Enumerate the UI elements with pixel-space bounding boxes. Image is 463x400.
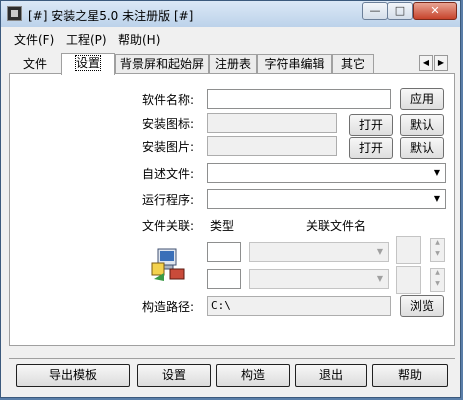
spin-up-icon: ▲ (435, 269, 440, 276)
run-program-label: 运行程序: (142, 193, 195, 207)
tab-string-edit[interactable]: 字符串编辑 (257, 54, 332, 74)
icon-index-spinner-1: ▲ ▼ (430, 238, 445, 262)
menu-bar: 文件(F) 工程(P) 帮助(H) (1, 28, 460, 48)
file-assoc-label: 文件关联: (142, 219, 195, 233)
apply-button[interactable]: 应用 (400, 88, 444, 110)
open-icon-button[interactable]: 打开 (349, 114, 393, 136)
readme-label: 自述文件: (142, 167, 195, 181)
icon-index-spinner-2: ▲ ▼ (430, 268, 445, 292)
tab-background-splash[interactable]: 背景屏和起始屏 (115, 54, 209, 74)
exit-button[interactable]: 退出 (295, 364, 367, 387)
install-icon-path-field (207, 113, 337, 133)
icon-index-field-1 (396, 236, 421, 264)
spin-up-icon: ▲ (435, 239, 440, 246)
icon-index-field-2 (396, 266, 421, 294)
tab-other[interactable]: 其它 (332, 54, 374, 74)
main-window: [#] 安装之星5.0 未注册版 [#] — □ ✕ 文件(F) 工程(P) 帮… (0, 0, 461, 398)
tab-scroll-left-icon[interactable]: ◀ (419, 55, 433, 71)
maximize-button[interactable]: □ (387, 2, 413, 20)
assoc-type-input-2[interactable] (207, 269, 241, 289)
menu-help[interactable]: 帮助(H) (118, 31, 160, 48)
assoc-filename-select-1: ▼ (249, 242, 389, 262)
app-icon[interactable] (7, 6, 22, 21)
assoc-filename-select-2: ▼ (249, 269, 389, 289)
chevron-down-icon: ▼ (376, 274, 384, 283)
spin-down-icon: ▼ (435, 280, 440, 287)
run-program-select[interactable]: ▼ (207, 189, 446, 209)
menu-file[interactable]: 文件(F) (14, 31, 54, 48)
minimize-button[interactable]: — (362, 2, 388, 20)
settings-panel: 软件名称: 应用 安装图标: 打开 默认 安装图片: 打开 默认 自述文件: ▼… (9, 73, 455, 346)
readme-select[interactable]: ▼ (207, 163, 446, 183)
default-image-button[interactable]: 默认 (400, 137, 444, 159)
install-icon-label: 安装图标: (142, 117, 195, 131)
chevron-down-icon: ▼ (376, 247, 384, 256)
install-image-label: 安装图片: (142, 140, 195, 154)
software-name-label: 软件名称: (142, 93, 195, 107)
build-path-field: C:\ (207, 296, 391, 316)
help-button[interactable]: 帮助 (372, 364, 448, 387)
menu-project[interactable]: 工程(P) (66, 31, 107, 48)
tab-file[interactable]: 文件 (9, 54, 61, 74)
tab-scroll-right-icon[interactable]: ▶ (434, 55, 448, 71)
tab-settings-label: 设置 (74, 55, 102, 71)
spin-down-icon: ▼ (435, 250, 440, 257)
browse-button[interactable]: 浏览 (400, 295, 444, 317)
chevron-down-icon[interactable]: ▼ (429, 164, 445, 182)
title-bar[interactable]: [#] 安装之星5.0 未注册版 [#] — □ ✕ (1, 1, 460, 27)
build-path-label: 构造路径: (142, 300, 195, 314)
type-column-label: 类型 (210, 219, 235, 233)
assoc-filename-column-label: 关联文件名 (306, 219, 367, 233)
tab-registry[interactable]: 注册表 (209, 54, 257, 74)
software-name-input[interactable] (207, 89, 391, 109)
default-icon-button[interactable]: 默认 (400, 114, 444, 136)
open-image-button[interactable]: 打开 (349, 137, 393, 159)
tab-strip: 文件 设置 背景屏和起始屏 注册表 字符串编辑 其它 ◀ ▶ (9, 53, 450, 75)
build-button[interactable]: 构造 (216, 364, 290, 387)
tab-settings[interactable]: 设置 (61, 53, 115, 75)
window-title: [#] 安装之星5.0 未注册版 [#] (28, 9, 194, 23)
settings-button[interactable]: 设置 (137, 364, 211, 387)
file-association-icon (150, 247, 186, 283)
chevron-down-icon[interactable]: ▼ (429, 190, 445, 208)
export-template-button[interactable]: 导出模板 (16, 364, 130, 387)
install-image-path-field (207, 136, 337, 156)
assoc-type-input-1[interactable] (207, 242, 241, 262)
close-button[interactable]: ✕ (413, 2, 457, 20)
